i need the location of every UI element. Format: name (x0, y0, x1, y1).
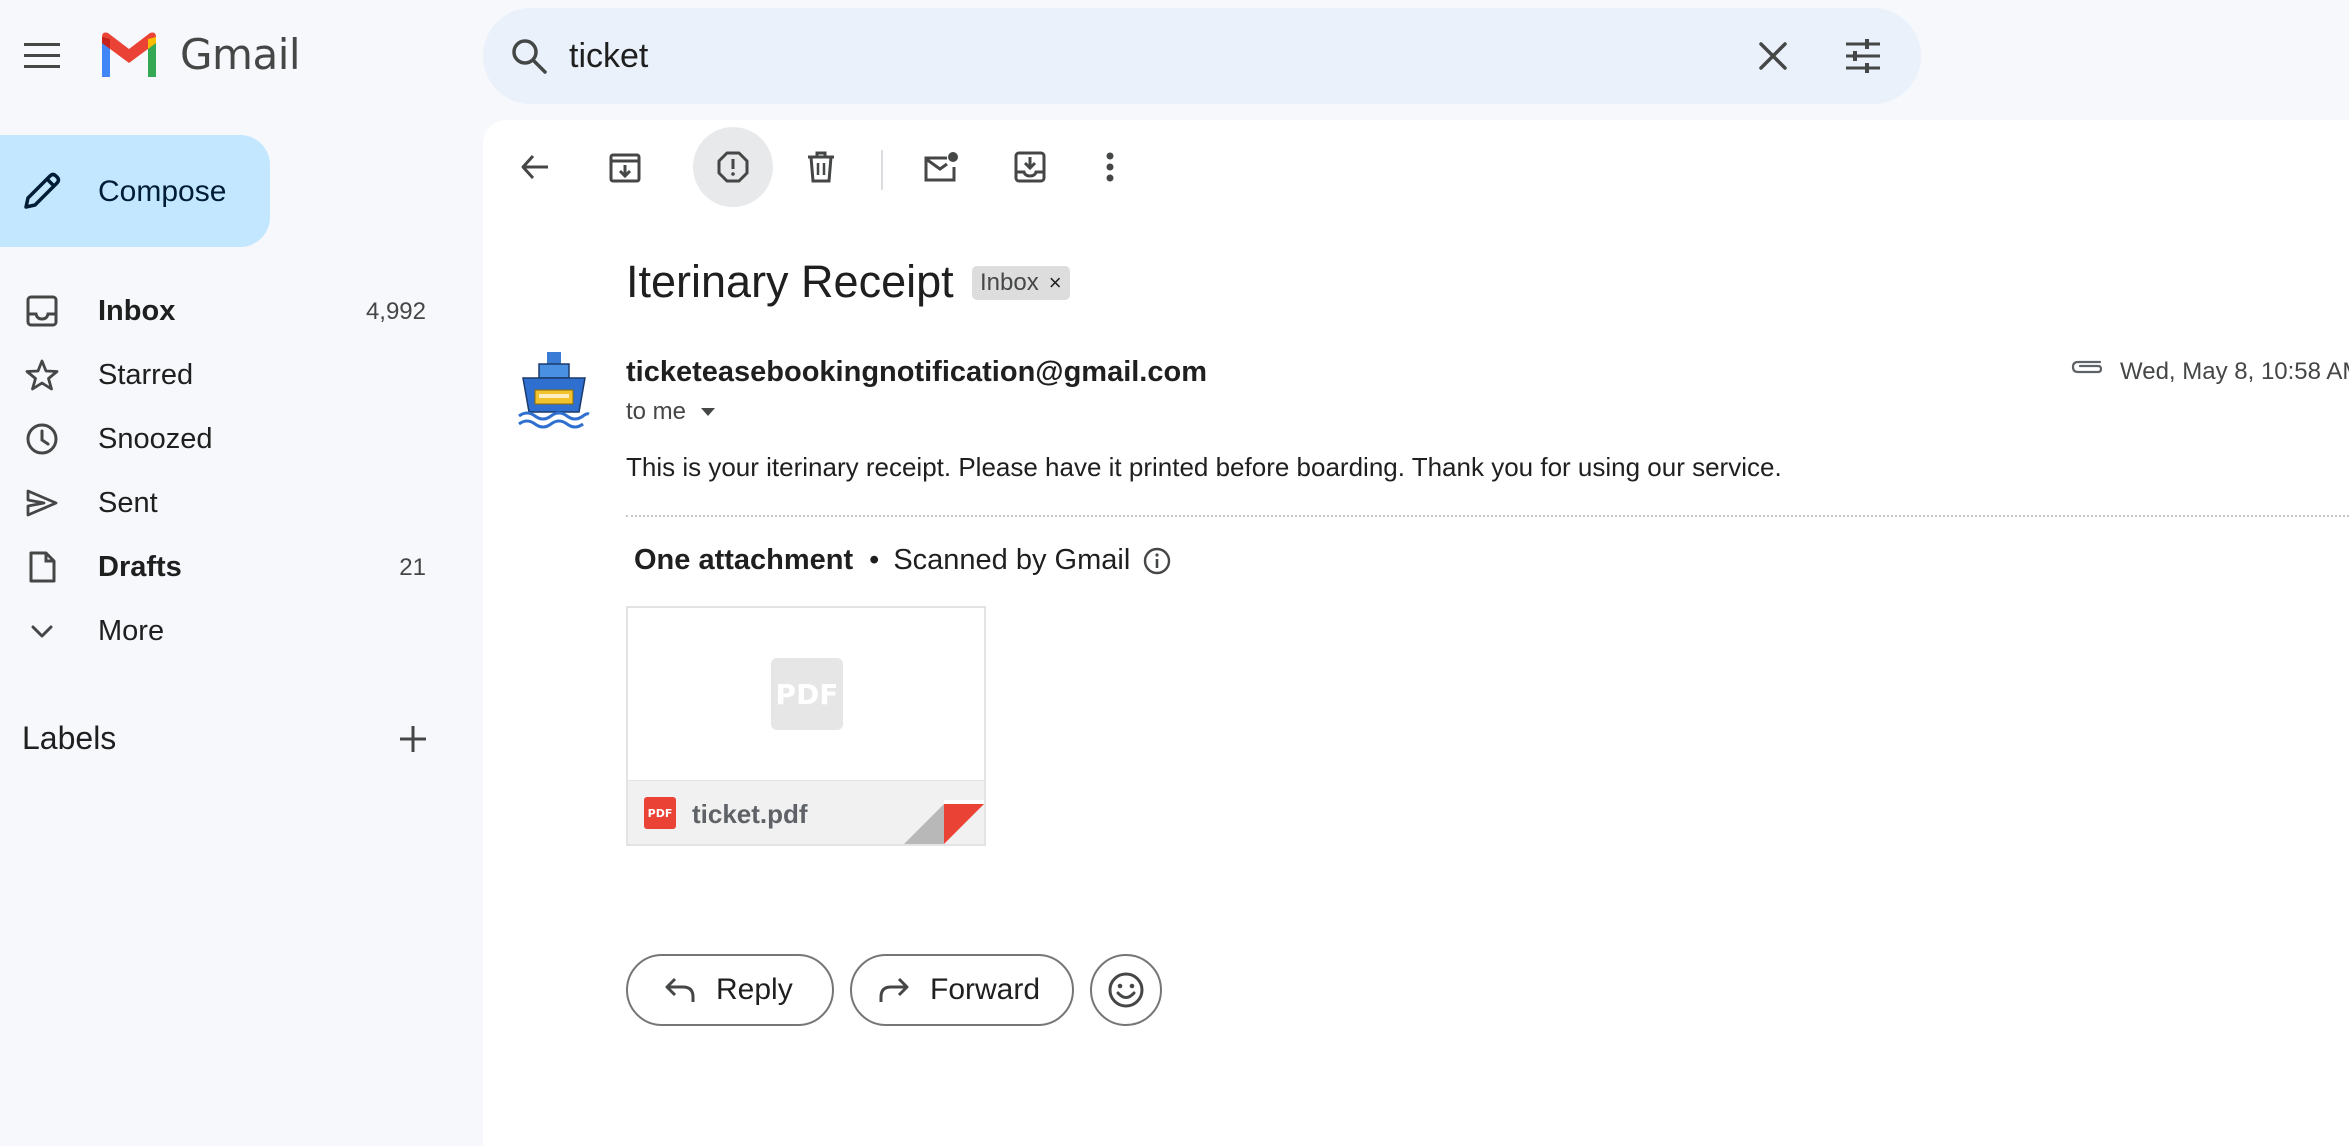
report-spam-icon (717, 151, 749, 183)
mark-unread-icon (924, 152, 958, 182)
recipient-label: to me (626, 398, 687, 425)
info-icon[interactable] (1142, 546, 1172, 576)
search-options-icon[interactable] (1843, 36, 1883, 76)
sidebar-item-label: More (98, 615, 165, 647)
main-menu-button[interactable] (18, 32, 66, 80)
arrow-back-icon (521, 154, 548, 180)
toolbar-divider (881, 150, 883, 190)
report-spam-button[interactable] (693, 127, 773, 207)
pencil-icon (24, 172, 61, 209)
emoji-icon (1108, 972, 1144, 1008)
more-options-button[interactable] (1080, 137, 1140, 197)
unread-count: 4,992 (365, 298, 426, 325)
move-to-inbox-button[interactable] (1000, 137, 1060, 197)
sidebar-item-more[interactable]: More (0, 600, 460, 660)
drafts-count: 21 (399, 554, 426, 581)
recipient-details[interactable]: to me (626, 398, 716, 426)
reply-label: Reply (716, 973, 793, 1006)
sidebar-item-snoozed[interactable]: Snoozed (0, 408, 460, 468)
mark-unread-button[interactable] (911, 137, 971, 197)
chevron-down-icon (31, 625, 53, 638)
email-date: Wed, May 8, 10:58 AM (2120, 358, 2349, 385)
attachments-divider (626, 515, 2349, 517)
search-bar[interactable] (483, 8, 1921, 104)
scan-status: Scanned by Gmail (893, 544, 1131, 576)
sender-email[interactable]: ticketeasebookingnotification@gmail.com (626, 356, 1207, 389)
attachments-header: One attachment • Scanned by Gmail (634, 544, 1172, 577)
remove-label-button[interactable]: × (1049, 270, 1062, 296)
search-input[interactable] (569, 34, 1619, 78)
move-to-inbox-icon (1014, 151, 1046, 183)
send-icon (26, 489, 58, 517)
back-button[interactable] (505, 137, 565, 197)
trash-icon (808, 151, 834, 183)
sender-avatar[interactable] (517, 350, 591, 430)
star-icon (25, 359, 59, 391)
forward-label: Forward (930, 973, 1041, 1006)
sidebar-item-inbox[interactable]: Inbox 4,992 (0, 280, 460, 340)
email-subject: Iterinary Receipt (626, 256, 954, 307)
clear-search-icon[interactable] (1753, 36, 1793, 76)
sidebar-item-sent[interactable]: Sent (0, 472, 460, 532)
add-label-icon[interactable] (396, 722, 430, 756)
clock-icon (26, 423, 58, 455)
gmail-m-logo-icon (102, 32, 156, 77)
inbox-icon (26, 295, 58, 327)
delete-button[interactable] (791, 137, 851, 197)
sidebar-item-starred[interactable]: Starred (0, 344, 460, 404)
page-fold-icon (904, 800, 984, 844)
forward-button[interactable]: Forward (850, 954, 1074, 1026)
sidebar-item-label: Snoozed (98, 423, 213, 455)
attachment-card[interactable]: PDF PDF ticket.pdf (626, 606, 986, 846)
pdf-preview-label: PDF (775, 677, 839, 711)
attachment-count: One attachment (634, 544, 854, 576)
message-view: Iterinary Receipt Inbox × ticketeasebook… (483, 120, 2349, 1146)
pdf-placeholder-icon: PDF (771, 658, 843, 730)
attachment-clip-icon (2071, 360, 2103, 374)
email-body: This is your iterinary receipt. Please h… (626, 452, 1782, 482)
gmail-wordmark: Gmail (180, 30, 301, 79)
pdf-type-badge: PDF (647, 806, 673, 820)
archive-button[interactable] (595, 137, 655, 197)
reply-button[interactable]: Reply (626, 954, 834, 1026)
archive-icon (609, 153, 641, 183)
caret-down-icon (701, 408, 716, 416)
compose-button[interactable]: Compose (0, 135, 270, 247)
labels-heading: Labels (22, 720, 117, 756)
forward-icon (879, 977, 909, 1002)
emoji-reaction-button[interactable] (1090, 954, 1162, 1026)
label-chip-text: Inbox (980, 269, 1039, 296)
search-icon[interactable] (509, 36, 549, 76)
attachment-preview: PDF (628, 608, 984, 780)
compose-label: Compose (98, 175, 227, 208)
draft-icon (29, 551, 56, 583)
inbox-label-chip: Inbox × (972, 266, 1070, 300)
sidebar-item-label: Inbox (98, 295, 176, 327)
sidebar-item-drafts[interactable]: Drafts 21 (0, 536, 460, 596)
attachment-filename: ticket.pdf (692, 799, 808, 829)
sidebar-item-label: Sent (98, 487, 158, 519)
sidebar-item-label: Drafts (98, 551, 182, 583)
separator-dot: • (869, 544, 880, 576)
more-vert-icon (1106, 152, 1114, 182)
reply-icon (665, 977, 695, 1002)
pdf-file-icon: PDF (644, 797, 676, 829)
gmail-logo[interactable]: Gmail (98, 30, 301, 79)
sidebar-item-label: Starred (98, 359, 194, 391)
hamburger-menu-icon (24, 43, 60, 68)
